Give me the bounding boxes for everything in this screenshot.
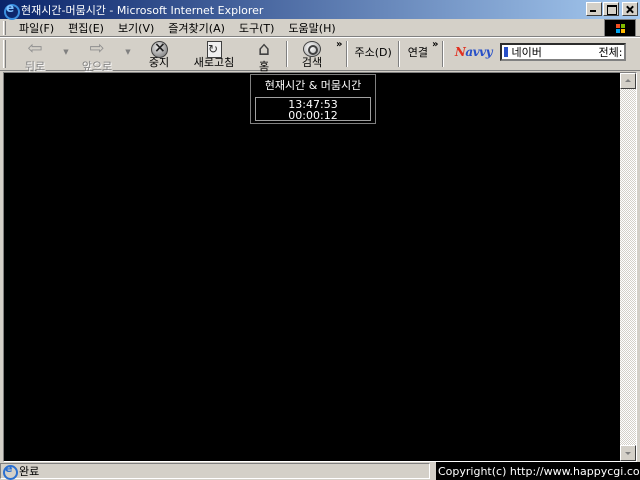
scroll-up-arrow-icon [621, 74, 635, 88]
toolbar-separator [397, 41, 400, 67]
back-button[interactable]: 뒤로 [10, 38, 60, 73]
links-bar-label[interactable]: 연결 [402, 38, 432, 70]
menu-bar-grip[interactable] [3, 20, 6, 35]
clock-title: 현재시간 & 머뭄시간 [264, 79, 362, 92]
navvy-logo[interactable]: Navvy [446, 38, 500, 70]
scroll-down-arrow-icon [621, 446, 635, 460]
internet-explorer-icon[interactable] [3, 1, 20, 20]
stop-icon [149, 40, 169, 58]
elapsed-time: 00:00:12 [288, 109, 338, 122]
menu-tools[interactable]: 도구(T) [232, 20, 282, 36]
stop-button[interactable]: 중지 [134, 38, 184, 70]
search-marker-icon [504, 47, 509, 57]
minimize-button[interactable] [586, 2, 602, 16]
menu-file[interactable]: 파일(F) [12, 20, 61, 36]
search-scope-label[interactable]: 전체: [599, 44, 625, 60]
menu-help[interactable]: 도움말(H) [281, 20, 342, 36]
forward-arrow-icon [87, 41, 107, 57]
window-controls [585, 2, 638, 16]
back-dropdown-button[interactable]: ▼ [60, 38, 72, 70]
throbber [604, 19, 636, 37]
back-arrow-icon [25, 41, 45, 57]
dropdown-arrow-icon: ▼ [125, 48, 131, 56]
navvy-search-input[interactable]: 네이버 전체: [500, 43, 627, 61]
maximize-icon [604, 3, 618, 15]
standard-toolbar: 뒤로 ▼ 앞으로 ▼ 중지 새로고침 홈 검색 » 주소(D) 연결 » Nav… [0, 37, 640, 73]
toolbar-separator [442, 41, 445, 67]
home-icon [254, 41, 274, 57]
close-button[interactable] [622, 2, 638, 16]
search-icon [302, 41, 322, 57]
menu-bar: 파일(F) 편집(E) 보기(V) 즐겨찾기(A) 도구(T) 도움말(H) [0, 19, 640, 37]
windows-logo-icon [616, 24, 626, 33]
close-icon [623, 3, 637, 15]
forward-button[interactable]: 앞으로 [72, 38, 122, 73]
toolbar-separator [346, 41, 349, 67]
search-input-value: 네이버 [511, 46, 542, 59]
toolbar-grip[interactable] [3, 40, 6, 68]
status-pane: 완료 [0, 462, 430, 480]
scroll-track[interactable] [620, 89, 636, 445]
clock-panel: 현재시간 & 머뭄시간 13:47:53 00:00:12 [250, 74, 376, 124]
links-chevron-button[interactable]: » [430, 39, 440, 50]
maximize-button[interactable] [603, 2, 619, 16]
forward-dropdown-button[interactable]: ▼ [122, 38, 134, 70]
toolbar-chevron-button[interactable]: » [334, 39, 344, 50]
vertical-scrollbar[interactable] [620, 73, 636, 461]
search-button[interactable]: 검색 [290, 38, 334, 70]
clock-display: 13:47:53 00:00:12 [255, 97, 371, 121]
scroll-down-button[interactable] [620, 445, 636, 461]
menu-edit[interactable]: 편집(E) [61, 20, 111, 36]
refresh-icon [204, 41, 224, 58]
menu-favorites[interactable]: 즐겨찾기(A) [161, 20, 232, 36]
navvy-logo-text: Navvy [454, 45, 493, 59]
page-done-icon [3, 462, 18, 480]
title-bar[interactable]: 현재시간-머뭄시간 - Microsoft Internet Explorer [0, 0, 640, 20]
minimize-icon [587, 3, 601, 15]
refresh-button[interactable]: 새로고침 [184, 38, 244, 70]
toolbar-separator [286, 41, 288, 67]
dropdown-arrow-icon: ▼ [63, 48, 69, 56]
window-title: 현재시간-머뭄시간 - Microsoft Internet Explorer [21, 3, 264, 17]
home-button[interactable]: 홈 [244, 38, 284, 73]
page-content: 현재시간 & 머뭄시간 13:47:53 00:00:12 [3, 72, 637, 462]
scroll-up-button[interactable] [620, 73, 636, 89]
address-bar-label[interactable]: 주소(D) [350, 38, 395, 70]
status-text: 완료 [19, 465, 40, 478]
status-bar: 완료 Copyright(c) http://www.happycgi.com [0, 462, 640, 480]
copyright-banner: Copyright(c) http://www.happycgi.com [436, 462, 640, 480]
menu-view[interactable]: 보기(V) [111, 20, 161, 36]
